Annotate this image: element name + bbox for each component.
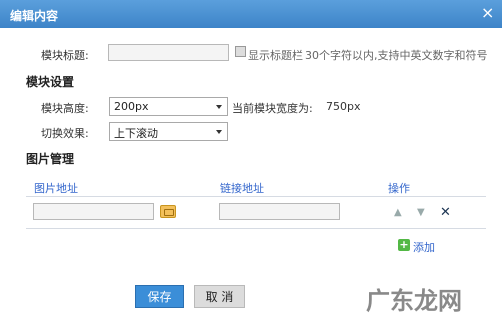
column-actions: 操作 [388,182,410,195]
switch-effect-value: 上下滚动 [114,127,158,140]
current-width-label: 当前模块宽度为: [232,102,313,115]
module-height-label: 模块高度: [41,102,89,115]
table-header-divider [26,196,486,197]
switch-effect-select[interactable]: 上下滚动 [109,122,228,141]
watermark: 广东龙网 [366,287,462,315]
image-management-heading: 图片管理 [26,152,75,166]
image-url-input[interactable] [33,203,154,220]
add-icon[interactable]: + [398,239,410,251]
module-height-value: 200px [114,100,149,113]
module-title-hint: 30个字符以内,支持中英文数字和符号 [305,49,488,62]
module-settings-heading: 模块设置 [26,75,75,89]
add-row-link[interactable]: 添加 [413,239,435,255]
cancel-button[interactable]: 取 消 [194,285,245,308]
save-button[interactable]: 保存 [135,285,184,308]
chevron-down-icon [216,105,222,109]
show-titlebar-label: 显示标题栏 [248,49,303,62]
dialog-titlebar: 编辑内容 × [0,0,502,28]
current-width-value: 750px [326,100,361,113]
chevron-down-icon [216,130,222,134]
move-up-icon[interactable]: ▲ [394,207,402,218]
column-link-url: 链接地址 [220,182,264,195]
switch-effect-label: 切换效果: [41,127,89,140]
column-image-url: 图片地址 [34,182,78,195]
show-titlebar-checkbox[interactable] [235,46,246,57]
close-icon[interactable]: × [481,4,494,22]
module-title-label: 模块标题: [41,49,89,62]
delete-icon[interactable]: ✕ [440,205,451,220]
table-row-divider [26,228,486,229]
move-down-icon[interactable]: ▼ [417,207,425,218]
module-height-select[interactable]: 200px [109,97,228,116]
module-title-input[interactable] [108,44,229,61]
dialog-title: 编辑内容 [10,9,59,23]
edit-content-dialog: 编辑内容 × 模块标题: 显示标题栏 30个字符以内,支持中英文数字和符号 模块… [0,0,502,322]
browse-folder-icon[interactable] [160,205,176,218]
link-url-input[interactable] [219,203,340,220]
